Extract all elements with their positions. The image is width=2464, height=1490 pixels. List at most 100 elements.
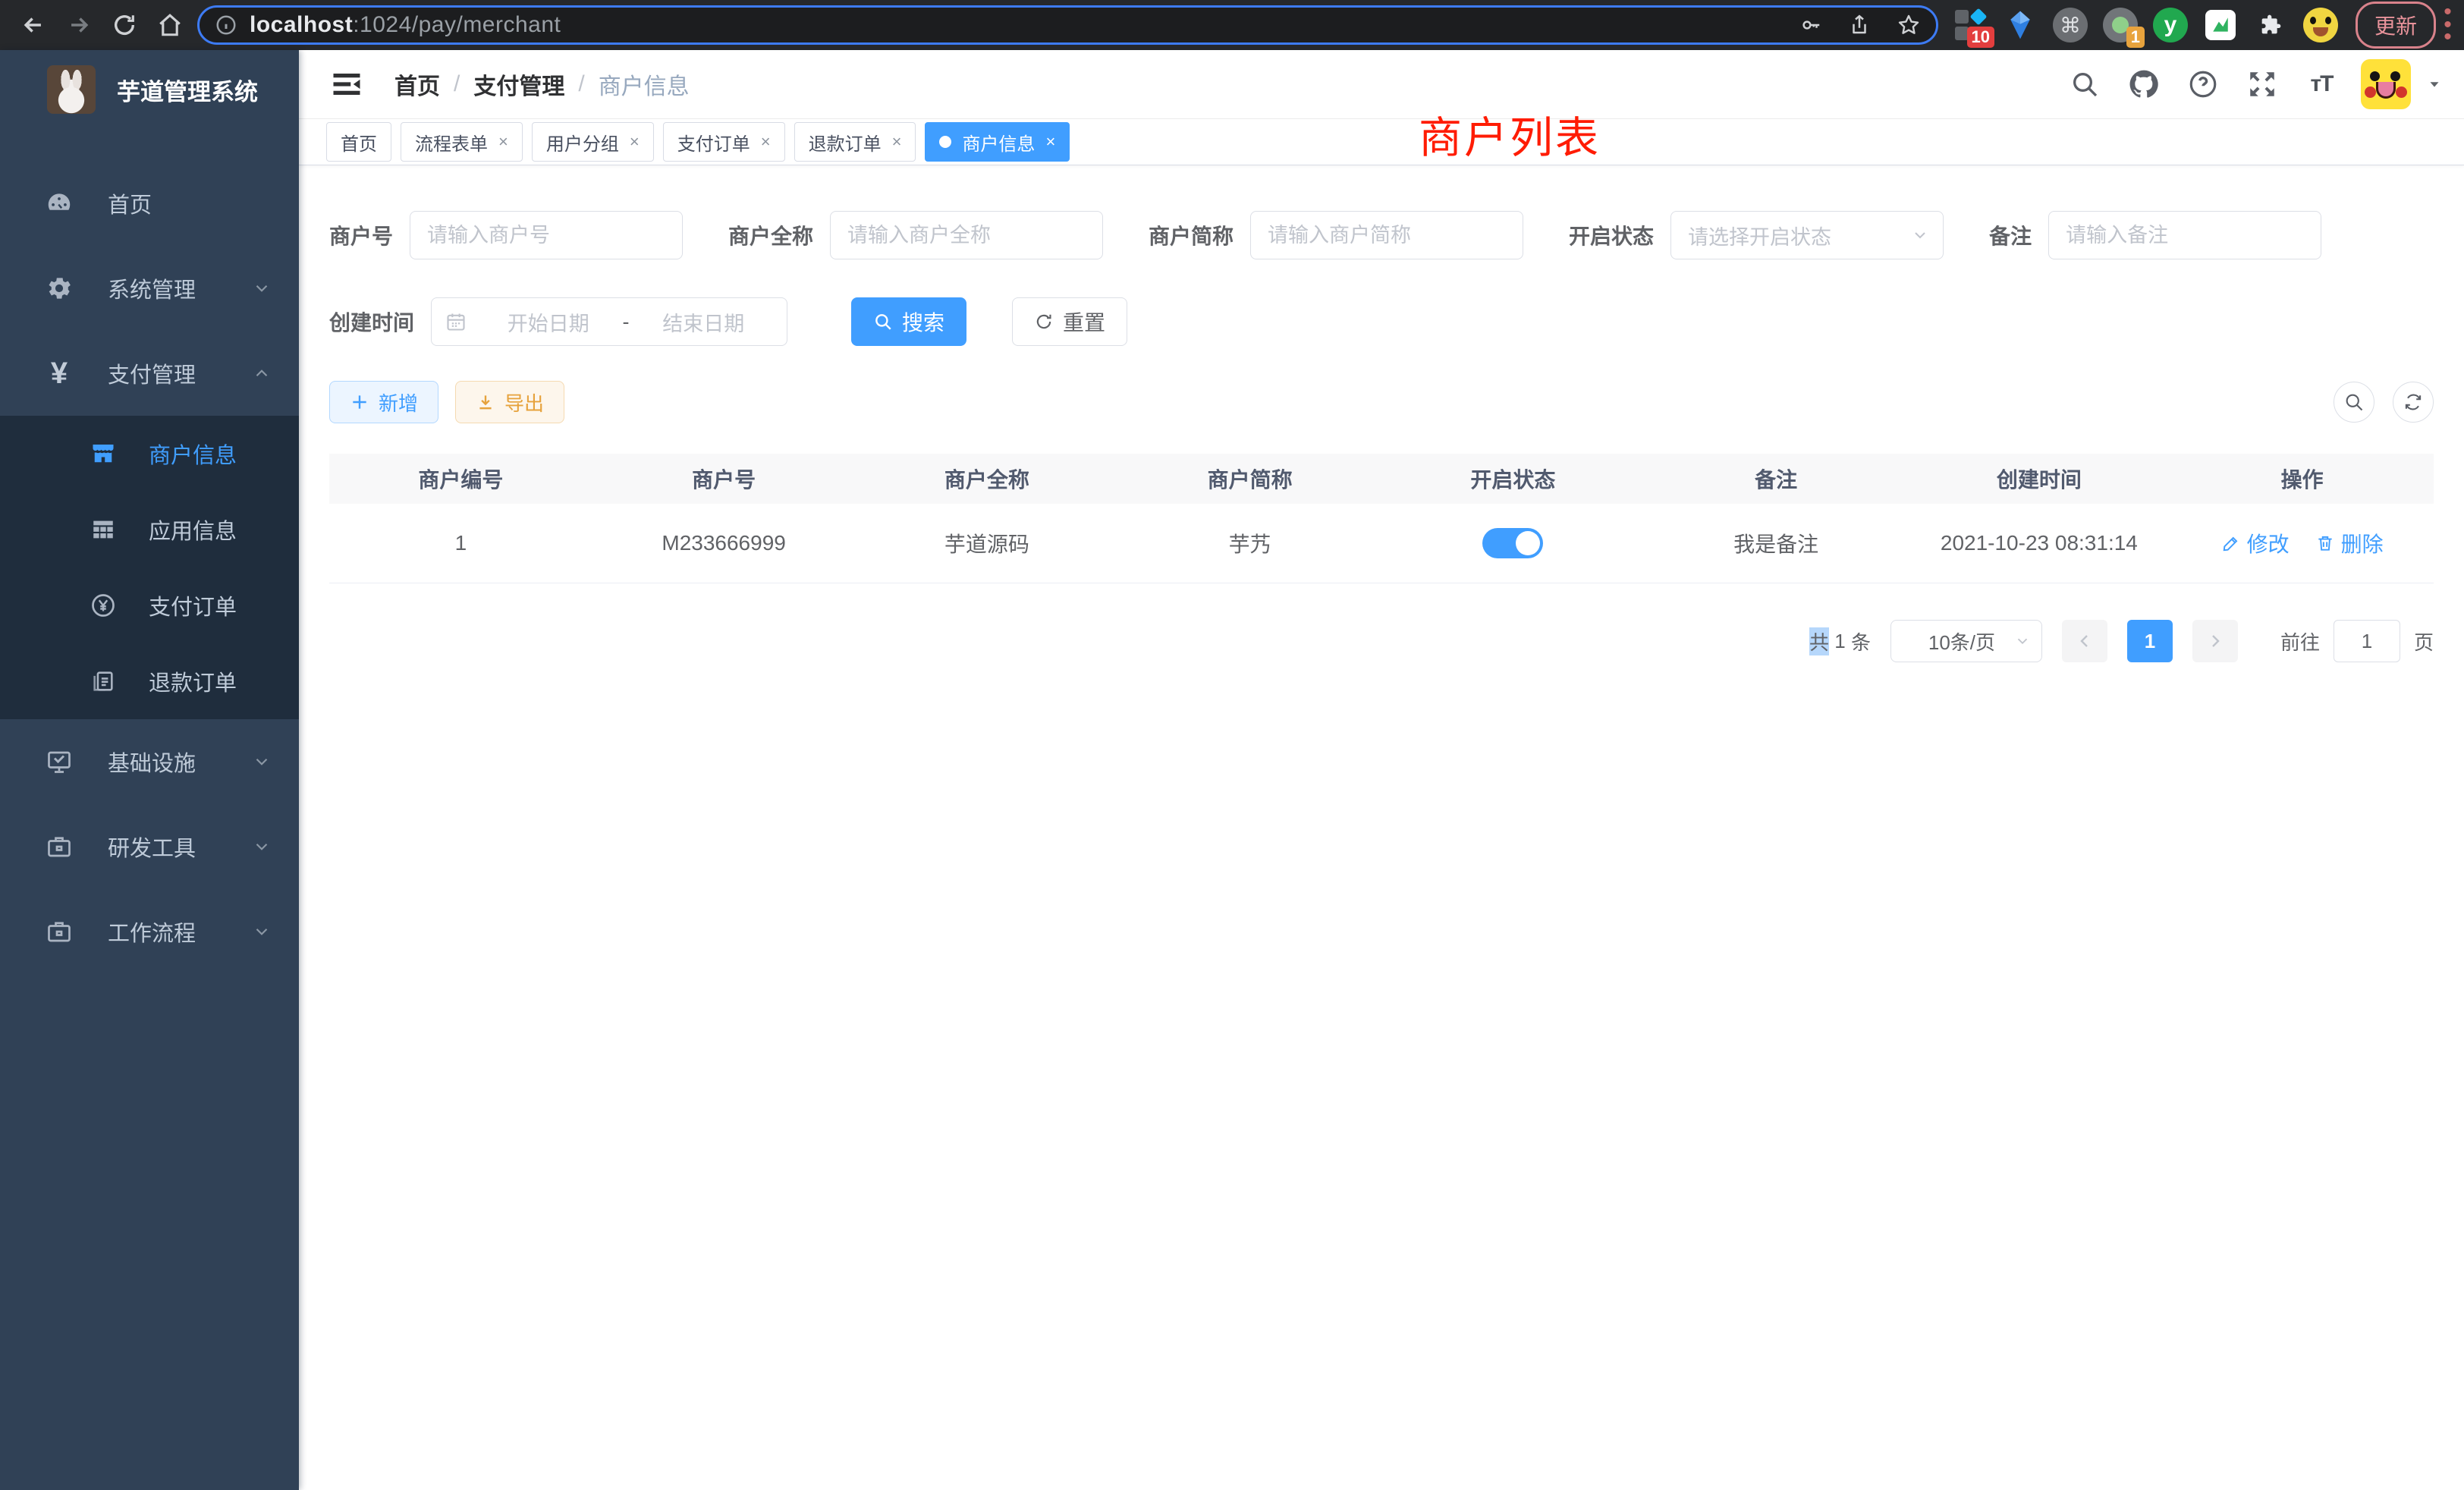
sidebar-item-app-info[interactable]: 应用信息	[0, 492, 299, 567]
end-date-placeholder[interactable]: 结束日期	[634, 307, 774, 337]
sidebar-item-refund-order[interactable]: 退款订单	[0, 643, 299, 719]
sidebar-logo[interactable]: 芋道管理系统	[0, 50, 299, 127]
tab-user-group[interactable]: 用户分组×	[532, 122, 654, 162]
table-tools	[2334, 382, 2434, 423]
tab-pay-order[interactable]: 支付订单×	[663, 122, 785, 162]
delete-link[interactable]: 删除	[2315, 528, 2384, 558]
trash-icon	[2315, 533, 2335, 553]
add-button[interactable]: 新增	[329, 381, 438, 423]
sidebar-item-dev-tools[interactable]: 研发工具	[0, 804, 299, 889]
close-icon[interactable]: ×	[761, 132, 771, 152]
edit-link[interactable]: 修改	[2221, 528, 2290, 558]
fullscreen-icon[interactable]	[2242, 64, 2282, 104]
extension-gem-icon[interactable]	[2000, 5, 2040, 45]
tab-merchant-info[interactable]: 商户信息×	[925, 122, 1070, 162]
short-name-input[interactable]	[1250, 211, 1523, 259]
browser-reload-button[interactable]	[102, 4, 147, 46]
address-bar[interactable]: localhost:1024/pay/merchant	[197, 5, 1938, 45]
remark-input[interactable]	[2048, 211, 2321, 259]
status-select[interactable]: 请选择开启状态	[1670, 211, 1944, 259]
chevron-down-icon	[252, 837, 272, 857]
reload-icon	[112, 12, 137, 38]
extension-profile-icon[interactable]: 1	[2101, 5, 2140, 45]
password-key-icon[interactable]	[1799, 14, 1822, 36]
sidebar-item-pay-order[interactable]: 支付订单	[0, 567, 299, 643]
avatar-caret-icon[interactable]	[2426, 76, 2443, 93]
export-button[interactable]: 导出	[455, 381, 564, 423]
cell-short-name: 芋艿	[1118, 528, 1381, 558]
sidebar-item-workflow[interactable]: 工作流程	[0, 889, 299, 974]
font-size-icon[interactable]: ᴛT	[2302, 64, 2341, 104]
cell-create-time: 2021-10-23 08:31:14	[1908, 531, 2171, 555]
extension-badge: 1	[2126, 27, 2145, 48]
show-search-button[interactable]	[2334, 382, 2374, 423]
breadcrumb-pay[interactable]: 支付管理	[473, 68, 564, 101]
sidebar-item-pay[interactable]: ¥ 支付管理	[0, 331, 299, 416]
goto-page: 前往 页	[2280, 620, 2434, 662]
status-toggle[interactable]	[1482, 528, 1543, 558]
cell-full-name: 芋道源码	[856, 528, 1119, 558]
sidebar-item-infra[interactable]: 基础设施	[0, 719, 299, 804]
navbar-actions: ᴛT	[2065, 59, 2443, 109]
extension-y-icon[interactable]: y	[2151, 5, 2190, 45]
sidebar-collapse-button[interactable]	[320, 61, 373, 108]
sidebar-item-system[interactable]: 系统管理	[0, 246, 299, 331]
close-icon[interactable]: ×	[630, 132, 640, 152]
search-icon	[2343, 391, 2365, 413]
filter-full-name: 商户全称	[728, 211, 1103, 259]
extension-command-icon[interactable]: ⌘	[2051, 5, 2090, 45]
tab-flow-form[interactable]: 流程表单×	[401, 122, 523, 162]
browser-forward-button[interactable]	[56, 4, 102, 46]
extensions-puzzle-icon[interactable]	[2251, 5, 2290, 45]
goto-page-input[interactable]	[2334, 620, 2400, 662]
total-count: 共 1 条	[1809, 627, 1871, 655]
chevron-down-icon	[1911, 226, 1929, 244]
page-info-icon[interactable]	[215, 14, 237, 36]
merchant-no-input[interactable]	[410, 211, 683, 259]
tab-home[interactable]: 首页	[326, 122, 391, 162]
search-button[interactable]: 搜索	[851, 297, 966, 346]
extension-grey-blue-icon[interactable]: 10	[1950, 5, 1990, 45]
browser-profile-avatar[interactable]	[2301, 5, 2340, 45]
close-icon[interactable]: ×	[892, 132, 902, 152]
search-icon[interactable]	[2065, 64, 2104, 104]
extension-chart-icon[interactable]	[2201, 5, 2240, 45]
user-avatar[interactable]	[2361, 59, 2411, 109]
cell-actions: 修改 删除	[2170, 528, 2434, 558]
browser-update-button[interactable]: 更新	[2356, 2, 2436, 49]
date-range-picker[interactable]: 开始日期 - 结束日期	[431, 297, 787, 346]
next-page-button[interactable]	[2192, 620, 2238, 662]
sidebar-menu: 首页 系统管理 ¥ 支付管理	[0, 161, 299, 974]
start-date-placeholder[interactable]: 开始日期	[479, 307, 618, 337]
cell-remark: 我是备注	[1645, 528, 1908, 558]
browser-toolbar: localhost:1024/pay/merchant 10 ⌘	[0, 0, 2464, 50]
tab-refund-order[interactable]: 退款订单×	[794, 122, 916, 162]
app-title: 芋道管理系统	[117, 73, 258, 107]
github-icon[interactable]	[2124, 64, 2164, 104]
sidebar-item-home[interactable]: 首页	[0, 161, 299, 246]
filter-create-time: 创建时间 开始日期 - 结束日期	[329, 297, 787, 346]
prev-page-button[interactable]	[2062, 620, 2107, 662]
reset-button[interactable]: 重置	[1012, 297, 1127, 346]
filter-short-name: 商户简称	[1149, 211, 1523, 259]
breadcrumb-home[interactable]: 首页	[394, 68, 440, 101]
share-icon[interactable]	[1848, 14, 1871, 36]
full-name-input[interactable]	[830, 211, 1103, 259]
extension-badge: 10	[1967, 27, 1994, 48]
page-size-select[interactable]: 10条/页	[1890, 620, 2042, 662]
plus-icon	[350, 392, 369, 412]
sidebar-item-merchant-info[interactable]: 商户信息	[0, 416, 299, 492]
browser-back-button[interactable]	[11, 4, 56, 46]
chevron-down-icon	[2014, 633, 2031, 649]
browser-home-button[interactable]	[147, 4, 193, 46]
refresh-table-button[interactable]	[2393, 382, 2434, 423]
download-icon	[476, 392, 495, 412]
close-icon[interactable]: ×	[1045, 132, 1055, 152]
page-1-button[interactable]: 1	[2127, 620, 2173, 662]
help-icon[interactable]	[2183, 64, 2223, 104]
close-icon[interactable]: ×	[498, 132, 508, 152]
filter-row-2: 创建时间 开始日期 - 结束日期 搜索	[329, 297, 2434, 346]
browser-menu-icon[interactable]: •••	[2442, 6, 2453, 44]
document-copy-icon	[88, 668, 118, 694]
bookmark-star-icon[interactable]	[1897, 13, 1921, 37]
